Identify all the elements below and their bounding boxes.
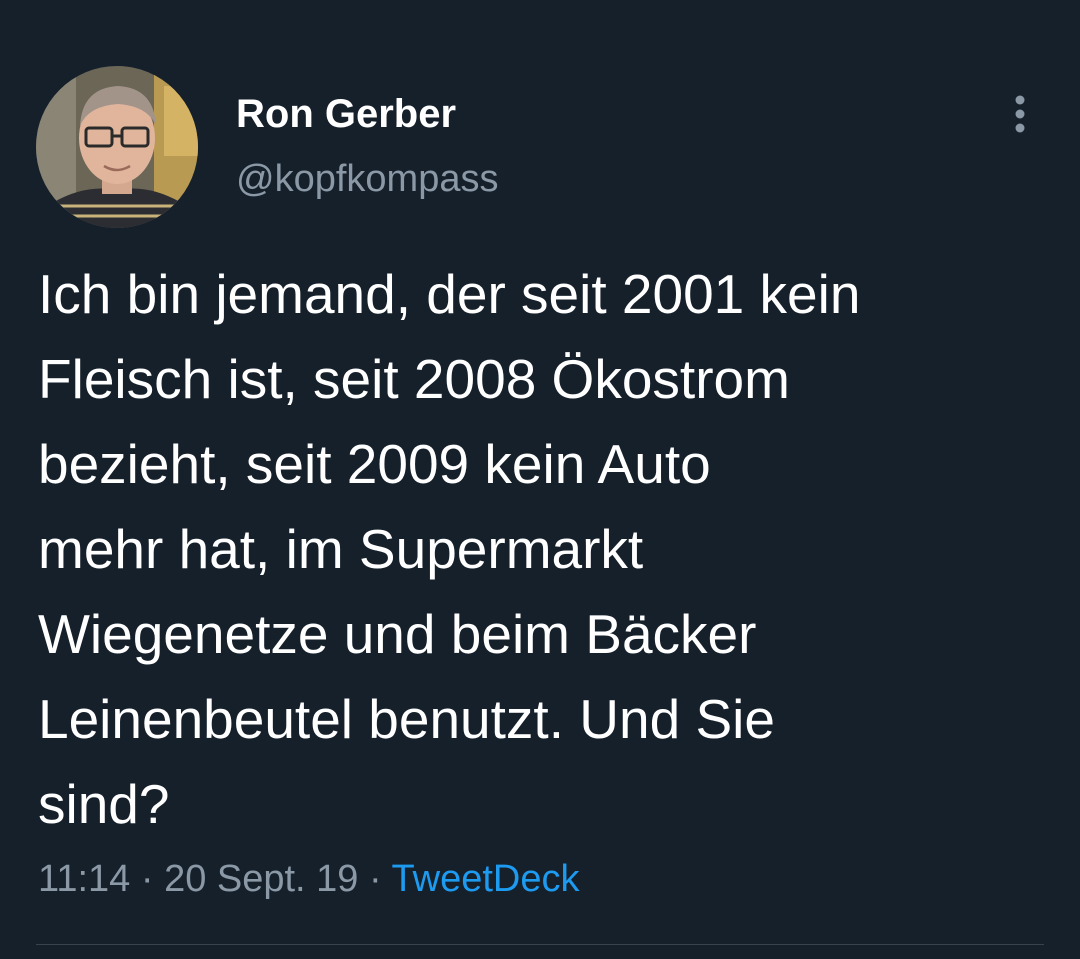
author-display-name[interactable]: Ron Gerber: [236, 92, 456, 137]
tweet-text: Ich bin jemand, der seit 2001 kein Fleis…: [38, 263, 861, 835]
divider: [36, 944, 1044, 945]
meta-separator: ·: [369, 858, 382, 900]
tweet-time[interactable]: 11:14: [38, 858, 130, 900]
avatar[interactable]: [36, 66, 198, 228]
tweet-date[interactable]: 20 Sept. 19: [164, 858, 358, 900]
meta-separator: ·: [140, 858, 154, 900]
author-handle[interactable]: @kopfkompass: [236, 158, 498, 201]
profile-photo: [36, 66, 198, 228]
more-options-icon: [1015, 95, 1025, 133]
tweet-source-link[interactable]: TweetDeck: [392, 858, 580, 900]
tweet: Ron Gerber @kopfkompass Ich bin jemand, …: [0, 0, 1080, 959]
tweet-meta: 11:14 · 20 Sept. 19 · TweetDeck: [38, 858, 580, 901]
more-options-button[interactable]: [998, 88, 1042, 140]
